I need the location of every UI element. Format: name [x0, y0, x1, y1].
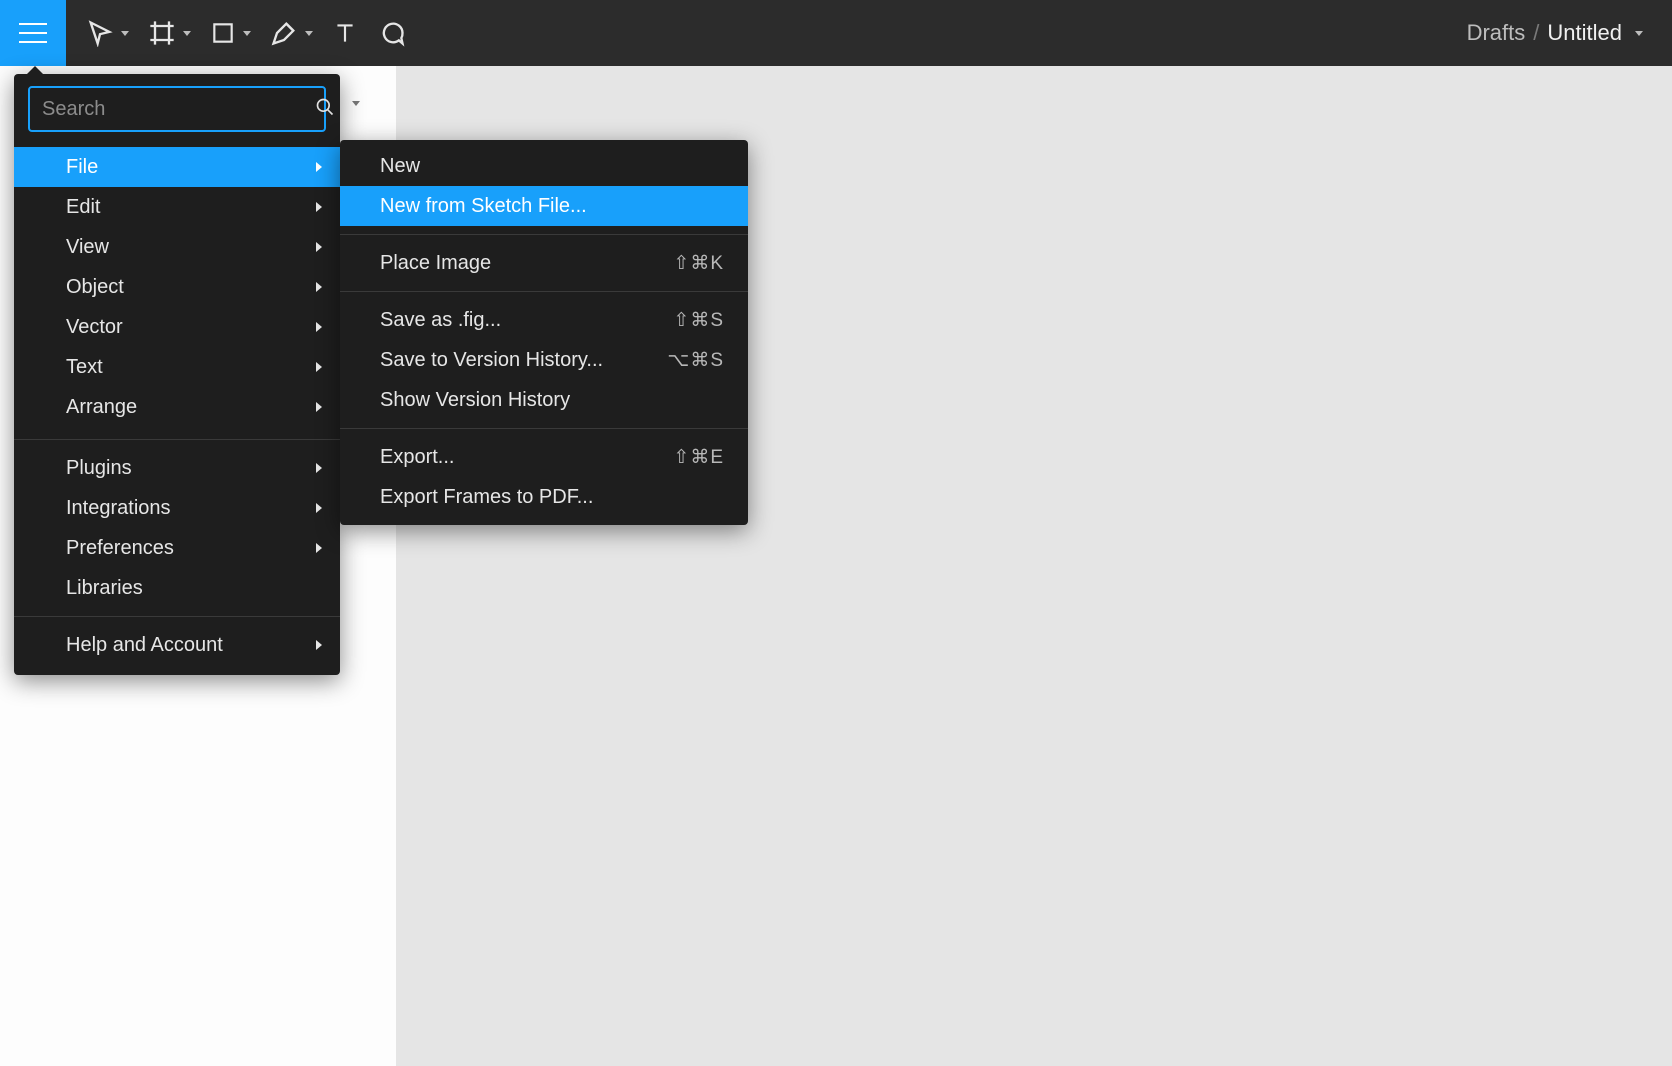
chevron-down-icon — [300, 24, 318, 42]
breadcrumb: Drafts / Untitled — [1467, 20, 1672, 46]
submenu-arrow-icon — [316, 463, 322, 473]
submenu-item-show-version-history[interactable]: Show Version History — [340, 380, 748, 420]
comment-tool-icon — [378, 19, 406, 47]
menu-item-label: Integrations — [66, 497, 171, 520]
chevron-down-icon — [178, 24, 196, 42]
submenu-item-new-from-sketch-file[interactable]: New from Sketch File... — [340, 186, 748, 226]
frame-tool[interactable] — [138, 0, 200, 66]
rectangle-tool-icon — [210, 20, 236, 46]
submenu-arrow-icon — [316, 402, 322, 412]
pen-tool-icon — [270, 19, 298, 47]
chevron-down-icon — [347, 94, 365, 112]
menu-item-label: Object — [66, 276, 124, 299]
menu-section-help: Help and Account — [14, 625, 340, 675]
submenu-item-label: Show Version History — [380, 389, 570, 412]
submenu-arrow-icon — [316, 362, 322, 372]
pen-tool[interactable] — [260, 0, 322, 66]
submenu-arrow-icon — [316, 242, 322, 252]
submenu-separator — [340, 234, 748, 235]
menu-separator — [14, 439, 340, 440]
submenu-item-save-as-fig[interactable]: Save as .fig... ⇧⌘S — [340, 300, 748, 340]
document-title[interactable]: Untitled — [1547, 20, 1622, 46]
submenu-arrow-icon — [316, 282, 322, 292]
menu-item-label: View — [66, 236, 109, 259]
text-tool[interactable] — [322, 0, 368, 66]
menu-item-label: Arrange — [66, 396, 137, 419]
submenu-item-export-frames-to-pdf[interactable]: Export Frames to PDF... — [340, 477, 748, 517]
menu-search — [28, 86, 326, 132]
main-menu-button[interactable] — [0, 0, 66, 66]
tool-group — [66, 0, 416, 66]
submenu-item-place-image[interactable]: Place Image ⇧⌘K — [340, 243, 748, 283]
shortcut-label: ⌥⌘S — [667, 349, 724, 372]
submenu-item-label: New from Sketch File... — [380, 195, 587, 218]
submenu-arrow-icon — [316, 543, 322, 553]
submenu-arrow-icon — [316, 322, 322, 332]
breadcrumb-folder[interactable]: Drafts — [1467, 20, 1526, 46]
chevron-down-icon — [116, 24, 134, 42]
move-tool-icon — [86, 19, 114, 47]
breadcrumb-separator: / — [1533, 20, 1539, 46]
submenu-item-label: Export... — [380, 446, 454, 469]
search-icon — [315, 97, 335, 122]
menu-section-main: File Edit View Object Vector Text Arrange — [14, 147, 340, 431]
menu-item-plugins[interactable]: Plugins — [14, 448, 340, 488]
menu-item-edit[interactable]: Edit — [14, 187, 340, 227]
menu-section-extras: Plugins Integrations Preferences Libraries — [14, 448, 340, 608]
menu-separator — [14, 616, 340, 617]
menu-item-label: Vector — [66, 316, 123, 339]
submenu-arrow-icon — [316, 640, 322, 650]
submenu-arrow-icon — [316, 202, 322, 212]
submenu-item-label: Place Image — [380, 252, 491, 275]
shortcut-label: ⇧⌘S — [673, 309, 724, 332]
submenu-item-label: New — [380, 155, 420, 178]
menu-item-arrange[interactable]: Arrange — [14, 387, 340, 427]
menu-item-view[interactable]: View — [14, 227, 340, 267]
file-submenu: New New from Sketch File... Place Image ⇧⌘K… — [340, 140, 748, 525]
text-tool-icon — [332, 20, 358, 46]
submenu-separator — [340, 428, 748, 429]
menu-item-label: Preferences — [66, 537, 174, 560]
main-menu: File Edit View Object Vector Text Arrange Plug… — [14, 74, 340, 675]
submenu-arrow-icon — [316, 162, 322, 172]
submenu-arrow-icon — [316, 503, 322, 513]
submenu-item-label: Save as .fig... — [380, 309, 501, 332]
comment-tool[interactable] — [368, 0, 416, 66]
menu-item-preferences[interactable]: Preferences — [14, 528, 340, 568]
menu-item-label: Edit — [66, 196, 100, 219]
menu-item-label: Help and Account — [66, 634, 223, 657]
submenu-separator — [340, 291, 748, 292]
submenu-item-label: Export Frames to PDF... — [380, 486, 593, 509]
menu-item-help-and-account[interactable]: Help and Account — [14, 625, 340, 665]
menu-item-vector[interactable]: Vector — [14, 307, 340, 347]
menu-item-label: File — [66, 156, 98, 179]
menu-item-label: Libraries — [66, 577, 143, 600]
chevron-down-icon[interactable] — [1630, 24, 1648, 42]
menu-item-label: Plugins — [66, 457, 132, 480]
hamburger-icon — [19, 23, 47, 43]
menu-item-label: Text — [66, 356, 103, 379]
shortcut-label: ⇧⌘K — [673, 252, 724, 275]
submenu-item-label: Save to Version History... — [380, 349, 603, 372]
submenu-item-export[interactable]: Export... ⇧⌘E — [340, 437, 748, 477]
menu-item-libraries[interactable]: Libraries — [14, 568, 340, 608]
chevron-down-icon — [238, 24, 256, 42]
menu-item-file[interactable]: File — [14, 147, 340, 187]
move-tool[interactable] — [76, 0, 138, 66]
toolbar: Drafts / Untitled — [0, 0, 1672, 66]
search-input[interactable] — [42, 98, 307, 121]
menu-item-integrations[interactable]: Integrations — [14, 488, 340, 528]
shape-tool[interactable] — [200, 0, 260, 66]
menu-item-object[interactable]: Object — [14, 267, 340, 307]
submenu-item-new[interactable]: New — [340, 146, 748, 186]
shortcut-label: ⇧⌘E — [673, 446, 724, 469]
submenu-item-save-to-version-history[interactable]: Save to Version History... ⌥⌘S — [340, 340, 748, 380]
menu-item-text[interactable]: Text — [14, 347, 340, 387]
frame-tool-icon — [148, 19, 176, 47]
